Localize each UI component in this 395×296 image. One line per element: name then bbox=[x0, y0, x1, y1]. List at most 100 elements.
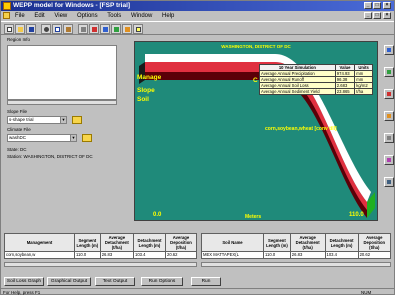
table-cell[interactable]: 110.0 bbox=[263, 251, 291, 259]
grid-icon[interactable] bbox=[384, 133, 394, 143]
table-cell[interactable]: 103.4 bbox=[324, 251, 359, 259]
table-cell[interactable]: 20.62 bbox=[164, 251, 198, 259]
table-header: Management bbox=[4, 233, 75, 252]
chevron-down-icon[interactable]: ▼ bbox=[70, 135, 76, 141]
table-header: Detachment Length (m) bbox=[324, 233, 359, 252]
color-icon[interactable] bbox=[384, 155, 394, 165]
c-overlay-label: C bbox=[253, 77, 258, 84]
help-icon[interactable] bbox=[133, 24, 143, 34]
table-cell[interactable]: 103.4 bbox=[133, 251, 166, 259]
management-table-scrollbar[interactable] bbox=[4, 262, 197, 267]
minimize-button[interactable]: _ bbox=[364, 2, 372, 9]
slope-file-value: s-shape trial bbox=[9, 117, 34, 122]
child-restore-button[interactable]: □ bbox=[373, 12, 381, 19]
table-row[interactable]: corn,soybean,w 110.0 26.83 103.4 20.62 bbox=[4, 251, 198, 259]
table-header: Average Deposition (t/ha) bbox=[164, 233, 198, 252]
print-icon[interactable] bbox=[78, 24, 88, 34]
table-header: Detachment Length (m) bbox=[133, 233, 166, 252]
simulation-summary-table: 10 Year Simulation Value Units Average A… bbox=[259, 64, 373, 95]
text-output-button[interactable]: Text Output bbox=[95, 277, 135, 286]
app-window: WEPP model for Windows - [FSP trial] _ □… bbox=[0, 0, 395, 295]
redo-icon[interactable] bbox=[100, 24, 110, 34]
open-icon[interactable] bbox=[15, 24, 25, 34]
table-cell[interactable]: corn,soybean,w bbox=[4, 251, 75, 259]
slope-file-select[interactable]: s-shape trial ▼ bbox=[7, 116, 67, 124]
chart-icon[interactable] bbox=[111, 24, 121, 34]
climate-folder-icon[interactable] bbox=[82, 134, 92, 142]
table-cell[interactable]: 110.0 bbox=[74, 251, 101, 259]
paste-icon[interactable] bbox=[63, 24, 73, 34]
region-label: Region Info bbox=[7, 37, 31, 42]
x-axis-end: 110.0 bbox=[349, 212, 364, 218]
toolbar bbox=[1, 21, 394, 35]
rotate-icon[interactable] bbox=[384, 45, 394, 55]
table-cell[interactable]: 26.83 bbox=[99, 251, 135, 259]
title-bar: WEPP model for Windows - [FSP trial] _ □… bbox=[1, 1, 394, 11]
window-title: WEPP model for Windows - [FSP trial] bbox=[13, 2, 131, 9]
table-header: Average Deposition (t/ha) bbox=[357, 233, 392, 252]
settings-icon[interactable] bbox=[384, 177, 394, 187]
table-row[interactable]: MEX MATTAPEX(L 110.0 26.83 103.4 20.62 bbox=[201, 251, 392, 259]
table-header: Segment Length (m) bbox=[74, 233, 101, 252]
copy-icon[interactable] bbox=[52, 24, 62, 34]
menu-options[interactable]: Options bbox=[73, 11, 102, 21]
undo-icon[interactable] bbox=[89, 24, 99, 34]
table-cell[interactable]: MEX MATTAPEX(L bbox=[201, 251, 264, 259]
table-header: Average Detachment (t/ha) bbox=[289, 233, 326, 252]
crop-label[interactable]: corn,soybean,wheat [conv till] bbox=[265, 126, 337, 132]
soil-loss-graph-button[interactable]: Soil Loss Graph bbox=[4, 277, 44, 286]
slope-overlay-label: Slope bbox=[137, 87, 155, 94]
status-text: For Help, press F1 bbox=[3, 290, 41, 295]
chevron-down-icon[interactable]: ▼ bbox=[60, 117, 66, 123]
layer-icon[interactable] bbox=[384, 111, 394, 121]
maximize-button[interactable]: □ bbox=[373, 2, 381, 9]
status-bar: For Help, press F1 NUM bbox=[1, 288, 394, 295]
menu-bar: File Edit View Options Tools Window Help bbox=[1, 11, 394, 21]
slope-folder-icon[interactable] bbox=[72, 116, 82, 124]
x-axis-start: 0.0 bbox=[153, 212, 162, 218]
run-icon[interactable] bbox=[122, 24, 132, 34]
table-cell[interactable]: 26.83 bbox=[289, 251, 326, 259]
table-header: Average Detachment (t/ha) bbox=[99, 233, 135, 252]
table-row: Average Annual Sediment Yield 23.865 t/h… bbox=[259, 88, 373, 95]
menu-tools[interactable]: Tools bbox=[103, 11, 125, 21]
left-panel: Region Info Slope File s-shape trial ▼ C… bbox=[4, 37, 126, 237]
table-cell: 23.865 bbox=[334, 88, 356, 95]
table-cell: t/ha bbox=[354, 88, 373, 95]
climate-file-select[interactable]: washDC ▼ bbox=[7, 134, 77, 142]
region-info-box[interactable] bbox=[7, 45, 117, 100]
region-scrollbar[interactable] bbox=[7, 100, 117, 105]
menu-help[interactable]: Help bbox=[158, 11, 178, 21]
x-axis-title: Meters bbox=[245, 214, 262, 220]
management-overlay-label: Manage bbox=[137, 74, 162, 81]
management-table: Management Segment Length (m) Average De… bbox=[4, 233, 198, 259]
right-toolbar bbox=[383, 37, 395, 237]
plot-header: WASHINGTON, DISTRICT OF DC bbox=[221, 44, 291, 49]
table-header-row: Management Segment Length (m) Average De… bbox=[4, 233, 198, 252]
soil-table-scrollbar[interactable] bbox=[201, 262, 391, 267]
soil-table: Soil Name Segment Length (m) Average Det… bbox=[201, 233, 392, 259]
save-icon[interactable] bbox=[26, 24, 36, 34]
menu-window[interactable]: Window bbox=[127, 11, 156, 21]
state-text: State: DC bbox=[7, 147, 27, 152]
zoom-icon[interactable] bbox=[384, 67, 394, 77]
slope-file-label: Slope File bbox=[7, 109, 28, 114]
menu-edit[interactable]: Edit bbox=[30, 11, 48, 21]
app-icon bbox=[3, 2, 11, 10]
run-options-button[interactable]: Run Options bbox=[141, 277, 183, 286]
cut-icon[interactable] bbox=[41, 24, 51, 34]
menu-file[interactable]: File bbox=[11, 11, 29, 21]
new-icon[interactable] bbox=[4, 24, 14, 34]
station-text: Station: WASHINGTON, DISTRICT OF DC bbox=[7, 154, 93, 159]
graphical-output-button[interactable]: Graphical Output bbox=[47, 277, 91, 286]
child-minimize-button[interactable]: _ bbox=[364, 12, 372, 19]
profile-icon[interactable] bbox=[384, 89, 394, 99]
run-button[interactable]: Run bbox=[191, 277, 221, 286]
table-cell: Average Annual Sediment Yield bbox=[259, 88, 336, 95]
table-header: Segment Length (m) bbox=[263, 233, 291, 252]
close-button[interactable]: × bbox=[383, 2, 391, 9]
table-cell[interactable]: 20.62 bbox=[357, 251, 392, 259]
menu-view[interactable]: View bbox=[50, 11, 71, 21]
child-close-button[interactable]: × bbox=[383, 12, 391, 19]
hillslope-plot: WASHINGTON, DISTRICT OF DC Manage Slope … bbox=[134, 41, 378, 221]
